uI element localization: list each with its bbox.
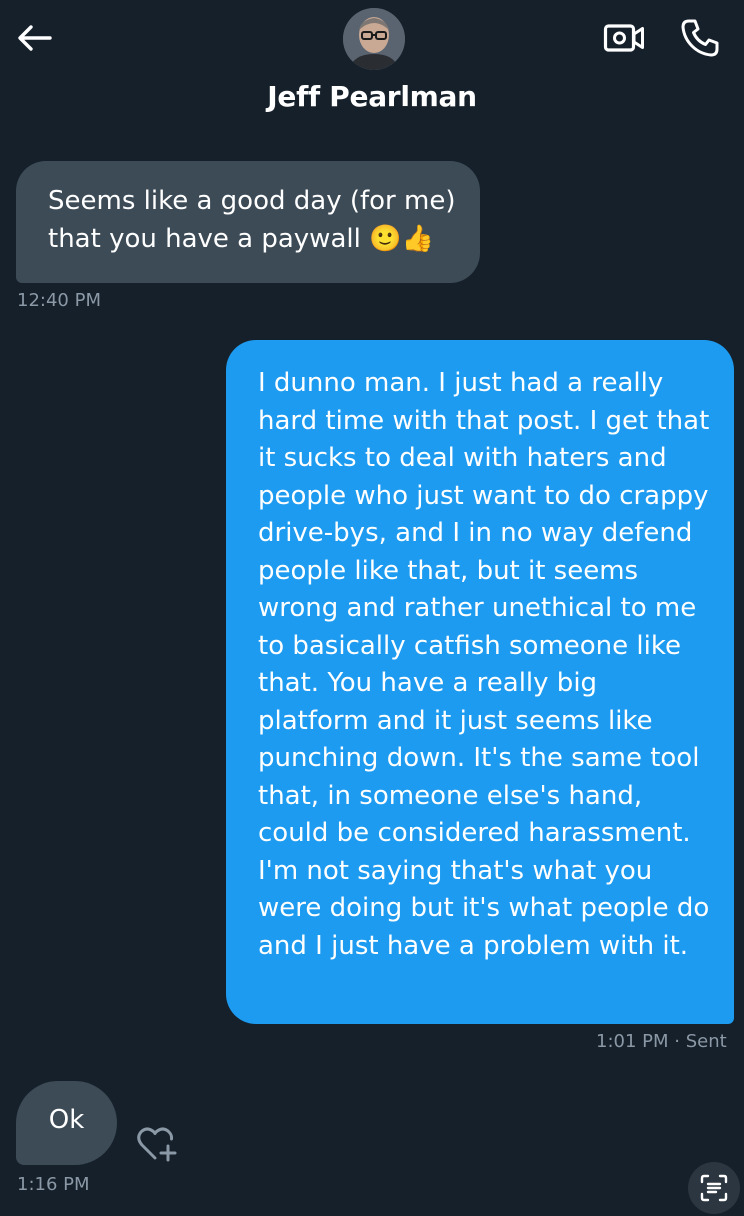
back-button[interactable] xyxy=(14,18,54,58)
add-reaction-button[interactable] xyxy=(134,1124,180,1164)
scan-text-button[interactable] xyxy=(688,1162,740,1214)
message-status: · Sent xyxy=(674,1031,727,1052)
voice-call-button[interactable] xyxy=(678,16,722,60)
message-text: Seems like a good day (for me) that you … xyxy=(48,186,456,254)
message-timestamp: 1:16 PM xyxy=(17,1174,90,1195)
outgoing-message[interactable]: I dunno man. I just had a really hard ti… xyxy=(226,340,734,1024)
scan-text-icon xyxy=(700,1174,728,1202)
message-timestamp: 1:01 PM xyxy=(596,1031,669,1052)
phone-icon xyxy=(681,19,719,57)
contact-name[interactable]: Jeff Pearlman xyxy=(0,80,744,113)
video-camera-icon xyxy=(603,24,644,52)
contact-avatar[interactable] xyxy=(343,8,405,70)
message-text: I dunno man. I just had a really hard ti… xyxy=(258,368,710,961)
message-meta: 1:01 PM · Sent xyxy=(596,1031,727,1052)
message-timestamp: 12:40 PM xyxy=(17,290,101,311)
heart-plus-icon xyxy=(137,1127,177,1162)
incoming-message[interactable]: Seems like a good day (for me) that you … xyxy=(16,161,480,283)
message-text: Ok xyxy=(48,1105,85,1136)
video-call-button[interactable] xyxy=(602,18,646,58)
arrow-left-icon xyxy=(18,25,52,51)
avatar-photo xyxy=(343,8,405,70)
dm-conversation-screen: Jeff Pearlman Seems like a good day (for… xyxy=(0,0,744,1216)
incoming-message[interactable]: Ok xyxy=(16,1081,117,1165)
